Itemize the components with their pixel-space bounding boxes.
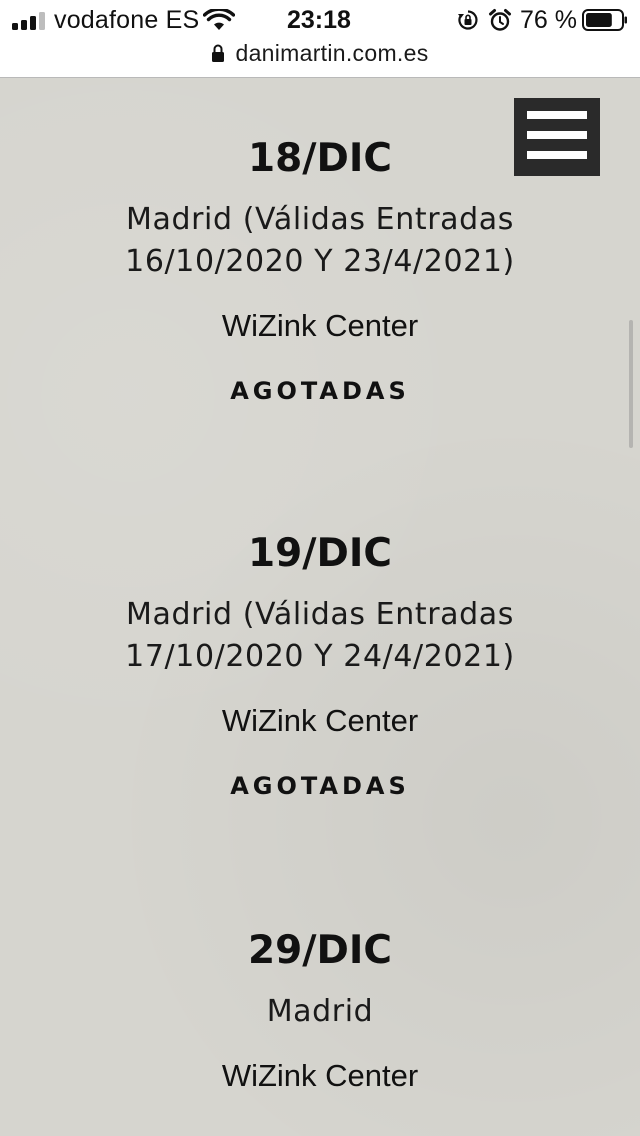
- battery-percentage: 76 %: [520, 6, 577, 34]
- wifi-icon: [203, 9, 235, 30]
- status-bar: vodafone ES 23:18 76 % danimartin.com.es: [0, 0, 640, 78]
- address-bar[interactable]: danimartin.com.es: [0, 40, 640, 70]
- page-content: 18/DIC Madrid (Válidas Entradas 16/10/20…: [0, 78, 640, 1136]
- concert-venue: WiZink Center: [221, 308, 419, 343]
- clock: 23:18: [287, 6, 351, 34]
- concert-venue: WiZink Center: [221, 703, 419, 738]
- url-text[interactable]: danimartin.com.es: [235, 40, 428, 67]
- concert-date: 19/DIC: [247, 531, 393, 576]
- signal-icon: [12, 12, 48, 30]
- concert-status: AGOTADAS: [230, 377, 410, 405]
- padlock-icon: [212, 44, 225, 62]
- concert-item: 29/DIC Madrid WiZink Center: [0, 928, 640, 1094]
- concert-city: Madrid: [266, 994, 374, 1029]
- battery-icon: [582, 9, 627, 31]
- rotation-lock-icon: [458, 10, 478, 30]
- concert-item: 18/DIC Madrid (Válidas Entradas 16/10/20…: [0, 136, 640, 405]
- concert-date: 18/DIC: [247, 136, 393, 181]
- concert-date: 29/DIC: [247, 928, 393, 973]
- concert-venue: WiZink Center: [221, 1058, 419, 1093]
- concert-status: AGOTADAS: [230, 772, 410, 800]
- alarm-icon: [489, 9, 511, 31]
- concert-city: Madrid (Válidas Entradas 16/10/2020 Y 23…: [125, 202, 515, 279]
- menu-bar-icon: [527, 111, 587, 119]
- concert-city: Madrid (Válidas Entradas 17/10/2020 Y 24…: [125, 597, 515, 674]
- concert-item: 19/DIC Madrid (Válidas Entradas 17/10/20…: [0, 531, 640, 800]
- carrier-name: vodafone ES: [54, 6, 200, 34]
